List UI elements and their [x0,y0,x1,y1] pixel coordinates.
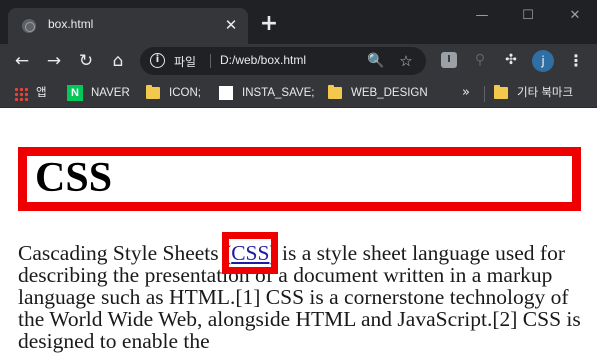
minimize-button[interactable]: — [467,6,497,26]
bookmark-label: 기타 북마크 [517,87,574,99]
bookmark-icon-folder[interactable]: ICON; [146,85,206,103]
bookmark-star-icon[interactable]: ☆ [396,51,416,71]
reload-button[interactable]: ↻ [74,49,98,73]
bookmarks-divider [484,86,485,102]
profile-avatar[interactable]: j [532,50,554,72]
apps-grid-icon [14,87,28,101]
paragraph-text-start: Cascading Style Sheets ( [18,241,232,265]
url-text[interactable]: D:/web/box.html [220,53,306,67]
title-bar: box.html ✕ + — ☐ ✕ [0,0,597,44]
bookmark-label: 앱 [36,87,47,99]
white-page-icon [219,86,233,100]
bookmark-web-design-folder[interactable]: WEB_DESIGN [328,85,428,103]
page-viewport: CSS Cascading Style Sheets (CSS) is a st… [0,109,597,362]
scheme-label: 파일 [174,55,197,69]
naver-icon: N [67,85,83,101]
tab-title: box.html [48,17,94,31]
bookmarks-bar: 앱 N NAVER ICON; INSTA_SAVE; WEB_DESIGN »… [0,78,597,108]
maximize-button[interactable]: ☐ [513,6,543,26]
key-extension-icon[interactable]: ⚲ [472,52,488,68]
globe-icon [22,19,36,33]
bookmark-label: WEB_DESIGN [351,87,428,99]
heading-box: CSS [18,147,581,211]
folder-icon [328,85,342,99]
site-info-icon[interactable]: i [150,53,165,68]
home-button[interactable]: ⌂ [106,49,130,73]
css-link[interactable]: CSS [222,232,279,274]
new-tab-button[interactable]: + [258,13,280,35]
bookmark-insta-save[interactable]: INSTA_SAVE; [219,85,314,103]
close-tab-icon[interactable]: ✕ [222,16,240,34]
bookmark-naver[interactable]: N NAVER [67,85,137,103]
address-divider [210,54,211,68]
extension-i-icon[interactable]: I [441,52,457,68]
folder-icon [146,85,160,99]
extensions-puzzle-icon[interactable]: ✣ [503,52,519,68]
tab-box-html[interactable]: box.html ✕ [8,8,248,44]
bookmark-label: ICON; [169,87,201,99]
more-bookmarks-chevron-icon[interactable]: » [462,84,470,102]
browser-toolbar: ← → ↻ ⌂ i 파일 D:/web/box.html 🔍 ☆ I ⚲ ✣ j… [0,44,597,78]
back-button[interactable]: ← [10,49,34,73]
menu-kebab-icon[interactable]: ⋮ [566,49,586,73]
article-paragraph: Cascading Style Sheets (CSS) is a style … [18,232,590,352]
forward-button[interactable]: → [42,49,66,73]
zoom-icon[interactable]: 🔍 [366,51,386,71]
close-window-button[interactable]: ✕ [560,6,590,26]
bookmark-label: INSTA_SAVE; [242,87,315,99]
address-bar[interactable]: i 파일 D:/web/box.html 🔍 ☆ [140,47,426,75]
bookmark-label: NAVER [91,87,130,99]
other-bookmarks-folder[interactable]: 기타 북마크 [494,85,594,103]
bookmark-apps[interactable]: 앱 [14,85,54,103]
folder-icon [494,85,508,99]
page-heading: CSS [35,155,113,201]
